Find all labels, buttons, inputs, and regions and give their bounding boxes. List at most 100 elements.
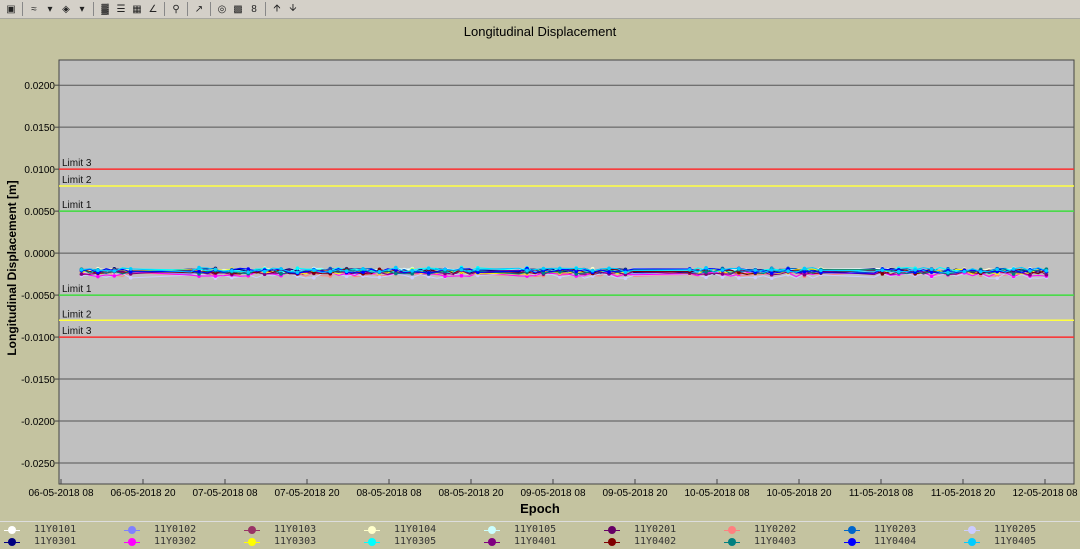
y-tick-label: -0.0250 (21, 459, 55, 470)
data-point (913, 268, 917, 272)
data-point (1011, 272, 1016, 276)
legend-marker-icon (604, 538, 620, 546)
data-point (769, 268, 774, 272)
data-point (476, 267, 480, 272)
data-point (476, 270, 480, 275)
data-point (112, 274, 117, 278)
data-point (753, 275, 758, 280)
data-point (623, 276, 628, 281)
x-tick-label: 09-05-2018 20 (602, 488, 667, 499)
y-tick-label: -0.0200 (21, 417, 55, 428)
data-point (607, 270, 611, 274)
legend-marker-icon (964, 538, 980, 546)
data-point (541, 266, 546, 271)
legend: 11Y0101 11Y0102 11Y0103 11Y0104 11Y0105 11Y02… (0, 521, 1080, 549)
data-point (558, 266, 562, 271)
limit-label: Limit 1 (62, 200, 92, 211)
legend-label: 11Y0105 (514, 524, 557, 535)
legend-marker-icon (964, 526, 980, 534)
data-point (929, 267, 934, 272)
data-point (197, 265, 201, 270)
legend-marker-icon (244, 526, 260, 534)
x-tick-label: 11-05-2018 20 (931, 488, 996, 499)
legend-label: 11Y0202 (754, 524, 797, 535)
y-tick-label: -0.0050 (21, 291, 55, 302)
data-point (737, 266, 741, 271)
legend-marker-icon (4, 526, 20, 534)
data-point (1028, 273, 1032, 277)
data-point (896, 269, 901, 274)
y-tick-label: 0.0050 (24, 207, 55, 218)
data-point (262, 269, 267, 274)
data-point (769, 271, 774, 275)
data-point (79, 272, 84, 276)
x-tick-label: 08-05-2018 20 (438, 488, 503, 499)
y-tick-label: 0.0000 (24, 249, 55, 260)
data-point (96, 268, 100, 273)
data-point (786, 269, 790, 273)
data-point (410, 269, 415, 273)
legend-marker-icon (484, 538, 500, 546)
y-tick-label: 0.0100 (24, 165, 55, 176)
data-point (295, 270, 300, 275)
data-point (590, 268, 595, 273)
chart-area: 0.0200 0.0150 0.0100 0.0050 0.0000 -0.0050 -0.… (21, 59, 1078, 499)
data-point (929, 274, 934, 278)
data-point (802, 272, 807, 277)
data-point (426, 271, 431, 275)
data-point (197, 269, 201, 274)
data-point (459, 273, 464, 278)
data-point (394, 271, 398, 276)
legend-marker-icon (724, 538, 740, 546)
limit-label: Limit 3 (62, 158, 92, 169)
legend-label: 11Y0103 (274, 524, 317, 535)
y-tick-label: 0.0150 (24, 123, 55, 134)
data-point (704, 270, 708, 274)
x-tick-label: 07-05-2018 08 (192, 488, 257, 499)
legend-marker-icon (604, 526, 620, 534)
legend-marker-icon (724, 526, 740, 534)
data-point (525, 268, 529, 273)
data-point (880, 268, 885, 272)
data-point (279, 272, 283, 276)
data-point (230, 269, 234, 273)
legend-marker-icon (124, 526, 140, 534)
legend-marker-icon (844, 538, 860, 546)
data-point (720, 268, 725, 272)
data-point (802, 266, 807, 271)
legend-label: 11Y0101 (34, 524, 77, 535)
data-point (361, 270, 365, 275)
data-point (978, 269, 983, 274)
limit-label: Limit 2 (62, 309, 92, 320)
limit-label: Limit 2 (62, 175, 92, 186)
data-point (623, 270, 628, 275)
data-point (995, 276, 999, 280)
x-tick-label: 06-05-2018 08 (28, 488, 93, 499)
legend-label: 11Y0201 (634, 524, 677, 535)
legend-marker-icon (364, 526, 380, 534)
data-point (819, 268, 823, 273)
y-tick-label: 0.0200 (24, 81, 55, 92)
legend-label: 11Y0404 (874, 536, 917, 547)
data-point (246, 270, 251, 274)
data-point (79, 268, 84, 272)
legend-marker-icon (124, 538, 140, 546)
data-point (426, 266, 431, 271)
legend-marker-icon (244, 538, 260, 546)
data-point (295, 266, 300, 271)
x-tick-label: 08-05-2018 08 (356, 488, 421, 499)
data-point (769, 276, 774, 281)
data-point (96, 274, 100, 279)
data-point (394, 265, 398, 270)
data-point (377, 275, 382, 279)
data-point (377, 270, 382, 274)
data-point (574, 266, 579, 271)
data-point (312, 275, 316, 280)
data-point (213, 267, 218, 272)
legend-label: 11Y0301 (34, 536, 77, 547)
data-point (459, 267, 464, 272)
data-point (1028, 269, 1032, 273)
data-point (687, 267, 692, 272)
data-point (128, 267, 133, 271)
data-point (753, 268, 758, 272)
